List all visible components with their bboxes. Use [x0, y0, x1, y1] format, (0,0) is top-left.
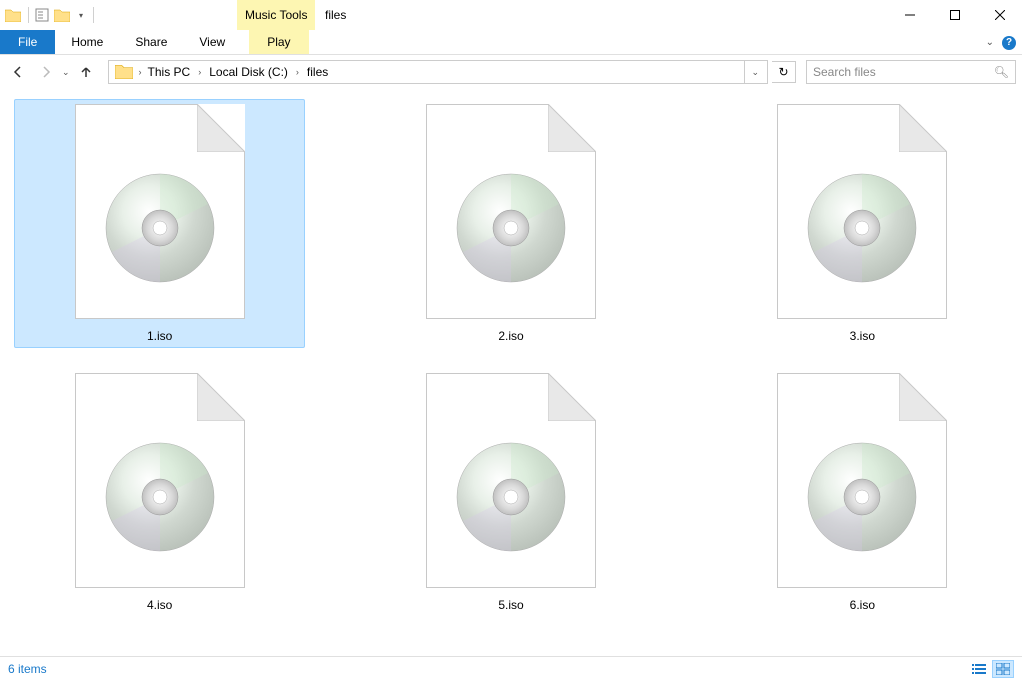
iso-file-icon [75, 104, 245, 319]
file-item[interactable]: 2.iso [365, 99, 656, 348]
breadcrumb-files[interactable]: files [303, 65, 332, 79]
chevron-right-icon[interactable]: › [294, 67, 301, 77]
file-item[interactable]: 1.iso [14, 99, 305, 348]
iso-file-icon [777, 373, 947, 588]
help-icon[interactable]: ? [1002, 36, 1016, 50]
folder-icon [115, 63, 133, 81]
details-view-button[interactable] [968, 660, 990, 678]
qat-dropdown-icon[interactable]: ▾ [75, 11, 87, 20]
iso-file-icon [426, 104, 596, 319]
file-item[interactable]: 6.iso [717, 368, 1008, 617]
chevron-right-icon[interactable]: › [137, 67, 144, 77]
ribbon-expand-icon[interactable]: ⌄ [986, 37, 994, 48]
address-bar[interactable]: › This PC › Local Disk (C:) › files ⌄ [108, 60, 768, 84]
file-item[interactable]: 3.iso [717, 99, 1008, 348]
iso-file-icon [75, 373, 245, 588]
divider [28, 7, 29, 23]
thumbnails-view-button[interactable] [992, 660, 1014, 678]
file-name: 6.iso [850, 598, 875, 612]
new-folder-icon[interactable] [53, 6, 71, 24]
iso-file-icon [777, 104, 947, 319]
breadcrumb-this-pc[interactable]: This PC [144, 65, 195, 79]
search-placeholder: Search files [813, 65, 994, 79]
contextual-tab-music-tools: Music Tools [237, 0, 315, 30]
file-tab[interactable]: File [0, 30, 55, 54]
maximize-button[interactable] [932, 0, 977, 30]
breadcrumb: This PC › Local Disk (C:) › files [144, 65, 745, 79]
item-count: 6 items [8, 662, 47, 676]
back-button[interactable] [6, 60, 30, 84]
forward-button[interactable] [34, 60, 58, 84]
tab-view[interactable]: View [183, 30, 241, 54]
ribbon-tabs: File Home Share View Play ⌄ ? [0, 30, 1022, 55]
search-input[interactable]: Search files 🔍︎ [806, 60, 1016, 84]
folder-icon[interactable] [4, 6, 22, 24]
up-button[interactable] [74, 60, 98, 84]
file-name: 3.iso [850, 329, 875, 343]
quick-access-toolbar: ▾ [0, 6, 96, 24]
address-dropdown[interactable]: ⌄ [744, 61, 765, 83]
file-name: 2.iso [498, 329, 523, 343]
file-name: 4.iso [147, 598, 172, 612]
divider [93, 7, 94, 23]
window-controls [887, 0, 1022, 30]
tab-play[interactable]: Play [249, 30, 308, 54]
tab-share[interactable]: Share [119, 30, 183, 54]
file-item[interactable]: 4.iso [14, 368, 305, 617]
iso-file-icon [426, 373, 596, 588]
minimize-button[interactable] [887, 0, 932, 30]
file-list[interactable]: 1.iso 2.iso [0, 89, 1022, 656]
breadcrumb-local-disk[interactable]: Local Disk (C:) [205, 65, 292, 79]
title-bar: ▾ Music Tools files [0, 0, 1022, 30]
chevron-right-icon[interactable]: › [196, 67, 203, 77]
search-icon: 🔍︎ [994, 65, 1009, 79]
navigation-bar: ⌄ › This PC › Local Disk (C:) › files ⌄ … [0, 55, 1022, 89]
tab-home[interactable]: Home [55, 30, 119, 54]
window-title: files [325, 0, 346, 30]
recent-locations-dropdown[interactable]: ⌄ [62, 67, 70, 78]
close-button[interactable] [977, 0, 1022, 30]
status-bar: 6 items [0, 656, 1022, 680]
file-name: 5.iso [498, 598, 523, 612]
refresh-button[interactable]: ↻ [772, 61, 796, 83]
properties-icon[interactable] [35, 8, 49, 22]
file-name: 1.iso [147, 329, 172, 343]
file-item[interactable]: 5.iso [365, 368, 656, 617]
view-mode-buttons [968, 660, 1014, 678]
